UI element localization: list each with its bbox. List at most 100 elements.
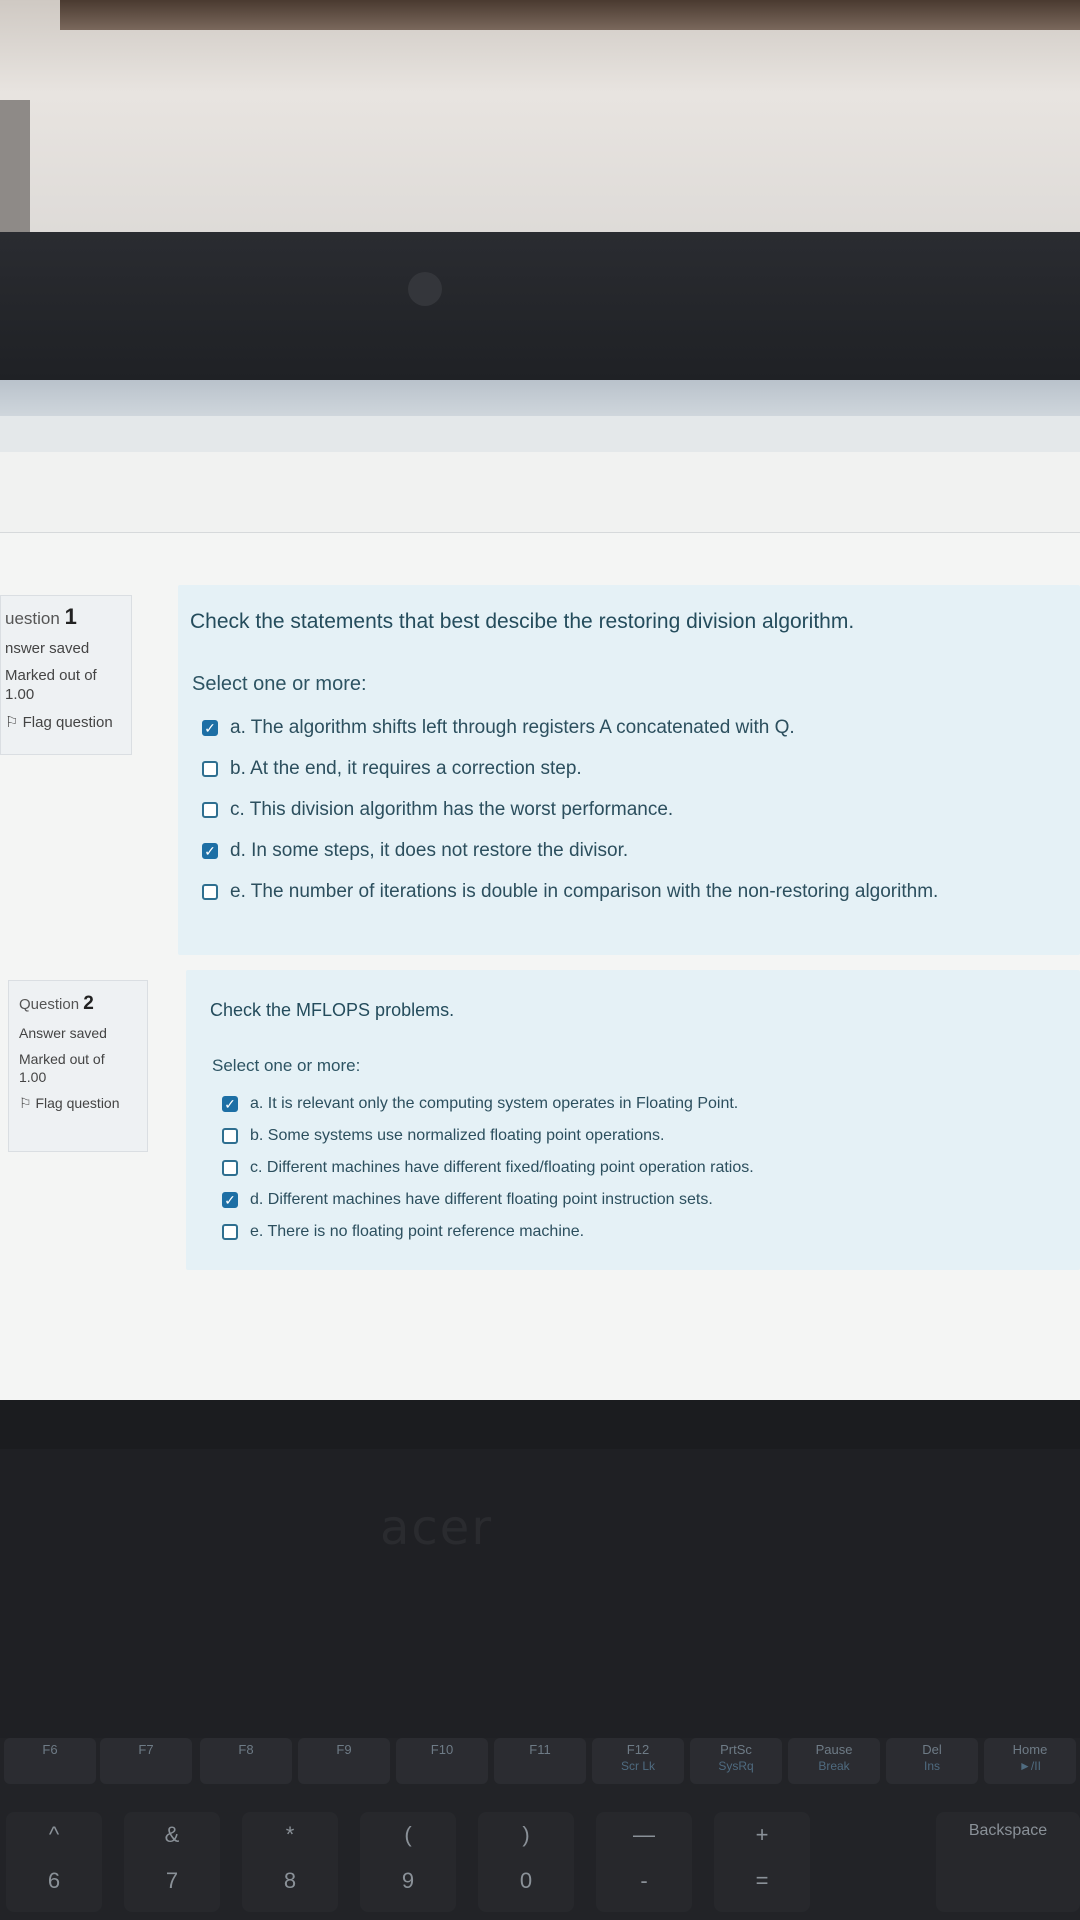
key-shift-label: ^ [48,1822,60,1847]
option-label: d. Different machines have different flo… [250,1191,713,1208]
option-label: c. This division algorithm has the worst… [230,798,674,820]
key-shift-label: & [164,1822,180,1847]
key-label: PrtSc [720,1742,752,1757]
question-1-options: ✓ a. The algorithm shifts left through re… [202,707,938,912]
checkbox-unchecked[interactable] [202,760,218,777]
option-label: c. Different machines have different fix… [250,1159,754,1176]
key-label: = [755,1868,769,1893]
wall-shadow [0,100,30,232]
checkbox-unchecked[interactable] [202,883,218,900]
number-key[interactable]: & 7 [124,1812,220,1912]
key-sublabel: Ins [923,1759,940,1773]
question-2-status: Answer saved [19,1025,107,1041]
option-row[interactable]: b. Some systems use normalized floating … [222,1120,754,1152]
option-label: b. Some systems use normalized floating … [250,1127,665,1144]
question-1-info: uestion 1 nswer saved Marked out of 1.00… [0,595,132,755]
key-label: 9 [401,1868,415,1893]
key-label: 6 [47,1868,61,1893]
key-label: F9 [336,1742,352,1757]
flag-question-1-button[interactable]: ⚐ Flag question [5,713,127,731]
webcam-icon [408,272,442,306]
option-row[interactable]: e. There is no floating point reference … [222,1216,754,1248]
number-key[interactable]: * 8 [242,1812,338,1912]
number-key[interactable]: (9 [360,1812,456,1912]
key-label: F6 [42,1742,58,1757]
key-shift-label: * [285,1822,295,1847]
question-2-marked-label: Marked out of [19,1051,105,1067]
number-key[interactable]: ) 0 [478,1812,574,1912]
question-2-prompt: Select one or more: [212,1056,361,1075]
question-1-score: 1.00 [5,686,35,703]
number-key[interactable]: ^ 6 [6,1812,102,1912]
function-key[interactable]: F7 [100,1738,192,1784]
option-row[interactable]: b. At the end, it requires a correction … [202,748,938,789]
key-label: F7 [138,1742,154,1757]
function-key[interactable]: Home ►/II [984,1738,1076,1784]
checkbox-checked[interactable]: ✓ [222,1192,238,1208]
option-label: e. There is no floating point reference … [250,1223,585,1240]
key-label: F12 [626,1742,650,1757]
checkbox-checked[interactable]: ✓ [222,1096,238,1112]
key-label: Pause [815,1742,853,1757]
checkmark-icon: ✓ [224,1096,236,1112]
question-1-marked-label: Marked out of [5,667,97,684]
checkbox-unchecked[interactable] [222,1224,238,1240]
option-row[interactable]: ✓ a. It is relevant only the computing sy… [222,1088,754,1120]
question-label: uestion [5,609,60,628]
checkbox-unchecked[interactable] [222,1160,238,1176]
flag-question-2-button[interactable]: ⚐ Flag question [19,1095,137,1112]
function-key[interactable]: F10 [396,1738,488,1784]
laptop-top-bezel [0,232,1080,380]
question-2-score: 1.00 [19,1069,47,1085]
checkmark-icon: ✓ [224,1192,236,1208]
key-label: F11 [529,1742,551,1757]
number-key[interactable]: + = [714,1812,810,1912]
option-label: d. In some steps, it does not restore th… [230,839,629,861]
checkbox-unchecked[interactable] [202,801,218,818]
function-key[interactable]: F11 [494,1738,586,1784]
function-key[interactable]: Pause Break [788,1738,880,1784]
checkbox-checked[interactable]: ✓ [202,719,218,736]
option-row[interactable]: e. The number of iterations is double in… [202,871,938,912]
option-row[interactable]: ✓ a. The algorithm shifts left through re… [202,707,938,748]
key-label: 8 [283,1868,297,1893]
browser-toolbar [0,380,1080,417]
key-shift-label: + [755,1822,769,1847]
option-row[interactable]: ✓ d. Different machines have different fl… [222,1184,754,1216]
flag-label: Flag question [35,1095,120,1111]
backspace-key[interactable]: Backspace [936,1812,1080,1912]
function-key[interactable]: F8 [200,1738,292,1784]
number-key-row: ^ 6 & 7 * 8(9) 0— - + = Backspace [0,1812,1080,1920]
function-key[interactable]: Del Ins [886,1738,978,1784]
question-2-info: Question 2 Answer saved Marked out of 1.… [8,980,148,1152]
key-label: Del [922,1742,942,1757]
checkbox-unchecked[interactable] [222,1128,238,1144]
function-key[interactable]: F6 [4,1738,96,1784]
browser-bookmarks-bar [0,416,1080,453]
function-key[interactable]: F12 Scr Lk [592,1738,684,1784]
option-row[interactable]: c. This division algorithm has the worst… [202,789,938,830]
key-label: 7 [165,1868,179,1893]
question-number: 1 [64,604,77,629]
option-row[interactable]: ✓ d. In some steps, it does not restore t… [202,830,938,871]
option-row[interactable]: c. Different machines have different fix… [222,1152,754,1184]
key-sublabel: SysRq [718,1759,754,1773]
key-label: 0 [519,1868,533,1893]
page-header-strip [0,452,1080,533]
key-shift-label: Backspace [968,1822,1048,1839]
key-sublabel: ►/II [1019,1759,1041,1773]
question-1-status: nswer saved [5,640,90,657]
question-number: 2 [83,993,94,1014]
picture-frame [60,0,1080,30]
number-key[interactable]: — - [596,1812,692,1912]
question-2-text: Check the MFLOPS problems. [210,1000,455,1020]
key-shift-label: ( [404,1822,412,1847]
checkbox-checked[interactable]: ✓ [202,842,218,859]
laptop-screen: uestion 1 nswer saved Marked out of 1.00… [0,380,1080,1400]
option-label: a. The algorithm shifts left through reg… [230,716,795,738]
function-key[interactable]: PrtSc SysRq [690,1738,782,1784]
question-1-content: Check the statements that best descibe t… [178,585,1080,955]
option-label: a. It is relevant only the computing sys… [250,1095,739,1112]
function-key[interactable]: F9 [298,1738,390,1784]
question-2-number: Question 2 [19,993,137,1015]
